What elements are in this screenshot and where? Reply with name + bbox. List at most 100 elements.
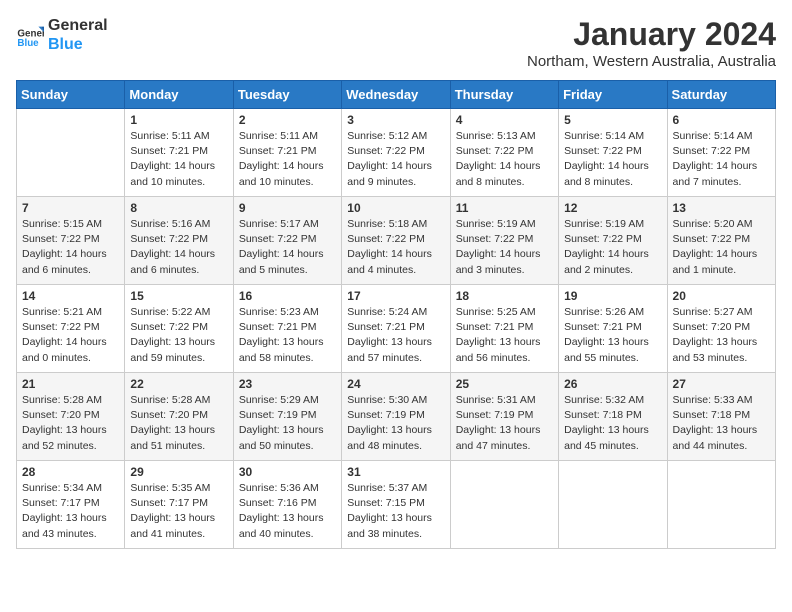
calendar-cell: 5 Sunrise: 5:14 AM Sunset: 7:22 PM Daylig… <box>559 109 667 197</box>
day-number: 29 <box>130 465 227 479</box>
day-info: Sunrise: 5:12 AM Sunset: 7:22 PM Dayligh… <box>347 129 444 190</box>
logo-icon: General Blue <box>16 21 44 49</box>
calendar-cell: 22 Sunrise: 5:28 AM Sunset: 7:20 PM Dayli… <box>125 373 233 461</box>
day-number: 5 <box>564 113 661 127</box>
day-number: 9 <box>239 201 336 215</box>
logo: General Blue General Blue <box>16 16 108 54</box>
calendar-cell: 12Sunrise: 5:19 AM Sunset: 7:22 PM Dayli… <box>559 197 667 285</box>
day-info: Sunrise: 5:21 AM Sunset: 7:22 PM Dayligh… <box>22 305 119 366</box>
day-number: 22 <box>130 377 227 391</box>
day-number: 6 <box>673 113 770 127</box>
day-number: 15 <box>130 289 227 303</box>
day-info: Sunrise: 5:15 AM Sunset: 7:22 PM Dayligh… <box>22 217 119 278</box>
day-info: Sunrise: 5:30 AM Sunset: 7:19 PM Dayligh… <box>347 393 444 454</box>
day-info: Sunrise: 5:14 AM Sunset: 7:22 PM Dayligh… <box>673 129 770 190</box>
day-number: 11 <box>456 201 553 215</box>
day-number: 26 <box>564 377 661 391</box>
day-info: Sunrise: 5:19 AM Sunset: 7:22 PM Dayligh… <box>456 217 553 278</box>
weekday-header: Tuesday <box>233 81 341 109</box>
day-number: 20 <box>673 289 770 303</box>
weekday-header: Thursday <box>450 81 558 109</box>
weekday-header: Wednesday <box>342 81 450 109</box>
calendar-cell: 4 Sunrise: 5:13 AM Sunset: 7:22 PM Daylig… <box>450 109 558 197</box>
day-info: Sunrise: 5:11 AM Sunset: 7:21 PM Dayligh… <box>239 129 336 190</box>
day-info: Sunrise: 5:14 AM Sunset: 7:22 PM Dayligh… <box>564 129 661 190</box>
day-info: Sunrise: 5:18 AM Sunset: 7:22 PM Dayligh… <box>347 217 444 278</box>
calendar-cell <box>559 461 667 549</box>
day-info: Sunrise: 5:24 AM Sunset: 7:21 PM Dayligh… <box>347 305 444 366</box>
day-number: 21 <box>22 377 119 391</box>
svg-text:Blue: Blue <box>17 38 39 49</box>
day-number: 30 <box>239 465 336 479</box>
day-number: 14 <box>22 289 119 303</box>
day-number: 19 <box>564 289 661 303</box>
calendar-cell: 19 Sunrise: 5:26 AM Sunset: 7:21 PM Dayli… <box>559 285 667 373</box>
day-info: Sunrise: 5:20 AM Sunset: 7:22 PM Dayligh… <box>673 217 770 278</box>
calendar-cell: 26 Sunrise: 5:32 AM Sunset: 7:18 PM Dayli… <box>559 373 667 461</box>
day-number: 18 <box>456 289 553 303</box>
calendar-cell: 23 Sunrise: 5:29 AM Sunset: 7:19 PM Dayli… <box>233 373 341 461</box>
calendar-cell <box>17 109 125 197</box>
day-info: Sunrise: 5:26 AM Sunset: 7:21 PM Dayligh… <box>564 305 661 366</box>
page-header: General Blue General Blue January 2024 N… <box>16 16 776 70</box>
day-info: Sunrise: 5:27 AM Sunset: 7:20 PM Dayligh… <box>673 305 770 366</box>
weekday-header: Saturday <box>667 81 775 109</box>
day-number: 17 <box>347 289 444 303</box>
day-info: Sunrise: 5:11 AM Sunset: 7:21 PM Dayligh… <box>130 129 227 190</box>
weekday-header: Friday <box>559 81 667 109</box>
day-number: 10 <box>347 201 444 215</box>
day-info: Sunrise: 5:32 AM Sunset: 7:18 PM Dayligh… <box>564 393 661 454</box>
calendar-cell: 10 Sunrise: 5:18 AM Sunset: 7:22 PM Dayli… <box>342 197 450 285</box>
day-info: Sunrise: 5:33 AM Sunset: 7:18 PM Dayligh… <box>673 393 770 454</box>
day-number: 13 <box>673 201 770 215</box>
calendar-cell: 25Sunrise: 5:31 AM Sunset: 7:19 PM Dayli… <box>450 373 558 461</box>
calendar-week-row: 21 Sunrise: 5:28 AM Sunset: 7:20 PM Dayli… <box>17 373 776 461</box>
day-info: Sunrise: 5:28 AM Sunset: 7:20 PM Dayligh… <box>130 393 227 454</box>
day-number: 23 <box>239 377 336 391</box>
calendar-week-row: 1 Sunrise: 5:11 AM Sunset: 7:21 PM Daylig… <box>17 109 776 197</box>
calendar-cell: 11 Sunrise: 5:19 AM Sunset: 7:22 PM Dayli… <box>450 197 558 285</box>
calendar-cell: 2Sunrise: 5:11 AM Sunset: 7:21 PM Daylig… <box>233 109 341 197</box>
weekday-header: Sunday <box>17 81 125 109</box>
calendar-cell: 15Sunrise: 5:22 AM Sunset: 7:22 PM Dayli… <box>125 285 233 373</box>
calendar-cell <box>450 461 558 549</box>
day-info: Sunrise: 5:29 AM Sunset: 7:19 PM Dayligh… <box>239 393 336 454</box>
day-number: 31 <box>347 465 444 479</box>
calendar-cell: 16Sunrise: 5:23 AM Sunset: 7:21 PM Dayli… <box>233 285 341 373</box>
calendar-cell: 28Sunrise: 5:34 AM Sunset: 7:17 PM Dayli… <box>17 461 125 549</box>
day-number: 27 <box>673 377 770 391</box>
calendar-cell: 20 Sunrise: 5:27 AM Sunset: 7:20 PM Dayli… <box>667 285 775 373</box>
calendar-week-row: 14 Sunrise: 5:21 AM Sunset: 7:22 PM Dayli… <box>17 285 776 373</box>
day-info: Sunrise: 5:37 AM Sunset: 7:15 PM Dayligh… <box>347 481 444 542</box>
day-number: 25 <box>456 377 553 391</box>
calendar-cell: 7Sunrise: 5:15 AM Sunset: 7:22 PM Daylig… <box>17 197 125 285</box>
day-info: Sunrise: 5:25 AM Sunset: 7:21 PM Dayligh… <box>456 305 553 366</box>
weekday-header-row: SundayMondayTuesdayWednesdayThursdayFrid… <box>17 81 776 109</box>
day-number: 8 <box>130 201 227 215</box>
day-info: Sunrise: 5:34 AM Sunset: 7:17 PM Dayligh… <box>22 481 119 542</box>
title-block: January 2024 Northam, Western Australia,… <box>527 16 776 70</box>
location: Northam, Western Australia, Australia <box>527 53 776 70</box>
calendar-cell: 3Sunrise: 5:12 AM Sunset: 7:22 PM Daylig… <box>342 109 450 197</box>
day-number: 4 <box>456 113 553 127</box>
calendar-table: SundayMondayTuesdayWednesdayThursdayFrid… <box>16 80 776 549</box>
calendar-cell: 13 Sunrise: 5:20 AM Sunset: 7:22 PM Dayli… <box>667 197 775 285</box>
calendar-cell: 14 Sunrise: 5:21 AM Sunset: 7:22 PM Dayli… <box>17 285 125 373</box>
day-info: Sunrise: 5:35 AM Sunset: 7:17 PM Dayligh… <box>130 481 227 542</box>
calendar-cell: 8Sunrise: 5:16 AM Sunset: 7:22 PM Daylig… <box>125 197 233 285</box>
calendar-cell: 21 Sunrise: 5:28 AM Sunset: 7:20 PM Dayli… <box>17 373 125 461</box>
calendar-cell: 18 Sunrise: 5:25 AM Sunset: 7:21 PM Dayli… <box>450 285 558 373</box>
day-info: Sunrise: 5:19 AM Sunset: 7:22 PM Dayligh… <box>564 217 661 278</box>
calendar-cell: 29 Sunrise: 5:35 AM Sunset: 7:17 PM Dayli… <box>125 461 233 549</box>
calendar-cell: 1 Sunrise: 5:11 AM Sunset: 7:21 PM Daylig… <box>125 109 233 197</box>
day-info: Sunrise: 5:28 AM Sunset: 7:20 PM Dayligh… <box>22 393 119 454</box>
day-number: 1 <box>130 113 227 127</box>
day-info: Sunrise: 5:17 AM Sunset: 7:22 PM Dayligh… <box>239 217 336 278</box>
calendar-cell: 31 Sunrise: 5:37 AM Sunset: 7:15 PM Dayli… <box>342 461 450 549</box>
logo-text: General Blue <box>48 16 108 54</box>
day-info: Sunrise: 5:36 AM Sunset: 7:16 PM Dayligh… <box>239 481 336 542</box>
calendar-cell: 24Sunrise: 5:30 AM Sunset: 7:19 PM Dayli… <box>342 373 450 461</box>
calendar-cell: 6 Sunrise: 5:14 AM Sunset: 7:22 PM Daylig… <box>667 109 775 197</box>
day-info: Sunrise: 5:23 AM Sunset: 7:21 PM Dayligh… <box>239 305 336 366</box>
day-info: Sunrise: 5:13 AM Sunset: 7:22 PM Dayligh… <box>456 129 553 190</box>
